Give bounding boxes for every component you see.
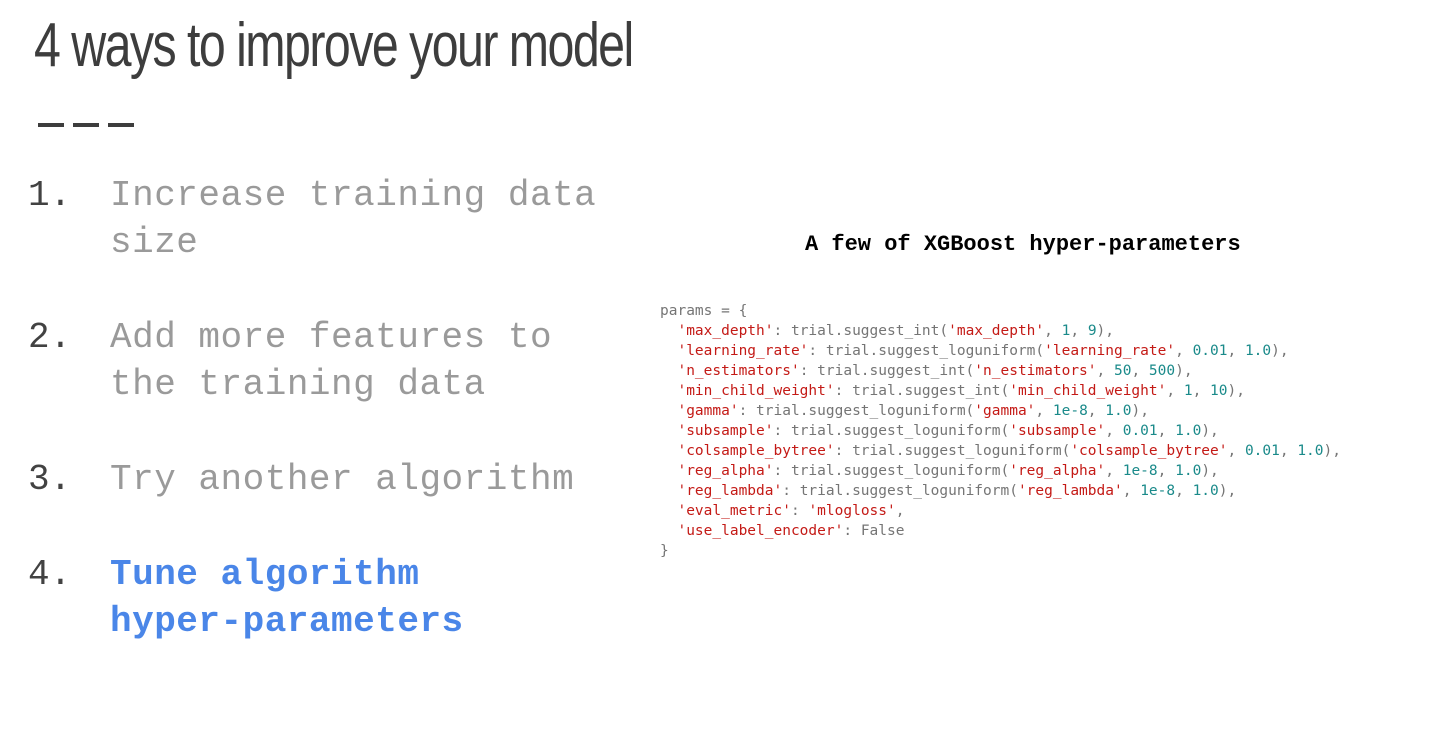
- param-name: 'colsample_bytree': [1070, 443, 1228, 459]
- param-call: trial.suggest_loguniform(: [825, 343, 1045, 359]
- list-item-line: Try another algorithm: [110, 459, 575, 500]
- param-arg: 9: [1087, 323, 1097, 339]
- param-key: 'reg_alpha': [677, 463, 774, 479]
- param-name: 'reg_lambda': [1017, 483, 1123, 499]
- param-call: trial.suggest_loguniform(: [790, 463, 1010, 479]
- param-key: 'min_child_weight': [677, 383, 835, 399]
- list-item-number: 2.: [28, 317, 72, 358]
- code-heading: A few of XGBoost hyper-parameters: [805, 232, 1241, 257]
- param-value: False: [860, 523, 905, 539]
- param-name: 'gamma': [974, 403, 1036, 419]
- list-item-line: hyper-parameters: [110, 601, 464, 642]
- list-item-text-highlighted: Tune algorithm hyper-parameters: [110, 551, 464, 645]
- param-arg: 1.0: [1105, 403, 1132, 419]
- param-arg: 1.0: [1175, 423, 1202, 439]
- param-name: 'learning_rate': [1044, 343, 1176, 359]
- param-name: 'n_estimators': [974, 363, 1097, 379]
- param-arg: 1: [1061, 323, 1071, 339]
- param-call: trial.suggest_loguniform(: [799, 483, 1018, 499]
- code-open-line: params = {: [660, 303, 748, 319]
- list-item-number: 3.: [28, 459, 72, 500]
- param-arg: 1: [1183, 383, 1193, 399]
- param-key: 'gamma': [677, 403, 739, 419]
- list-item-line: Add more features to: [110, 317, 553, 358]
- param-call: trial.suggest_int(: [817, 363, 975, 379]
- param-key: 'learning_rate': [677, 343, 809, 359]
- param-call: trial.suggest_loguniform(: [852, 443, 1071, 459]
- param-call: trial.suggest_loguniform(: [790, 423, 1010, 439]
- list-item-line: Increase training data: [110, 175, 597, 216]
- param-arg: 0.01: [1122, 423, 1158, 439]
- param-call: trial.suggest_loguniform(: [756, 403, 975, 419]
- title-divider: [38, 123, 134, 127]
- param-key: 'eval_metric': [677, 503, 791, 519]
- list-item-number: 1.: [28, 175, 72, 216]
- param-arg: 0.01: [1192, 343, 1228, 359]
- param-arg: 1.0: [1297, 443, 1324, 459]
- list-item-4: 4. Tune algorithm hyper-parameters: [28, 551, 648, 645]
- list-item-1: 1. Increase training data size: [28, 172, 648, 266]
- param-value: 'mlogloss': [808, 503, 896, 519]
- param-arg: 10: [1210, 383, 1228, 399]
- param-arg: 1e-8: [1052, 403, 1088, 419]
- param-arg: 0.01: [1244, 443, 1280, 459]
- param-arg: 50: [1113, 363, 1132, 379]
- param-name: 'subsample': [1009, 423, 1106, 439]
- param-arg: 1.0: [1244, 343, 1272, 359]
- list-item-text: Increase training data size: [110, 172, 596, 266]
- param-call: trial.suggest_int(: [852, 383, 1010, 399]
- param-key: 'reg_lambda': [677, 483, 783, 499]
- param-arg: 1.0: [1175, 463, 1202, 479]
- param-arg: 500: [1148, 363, 1176, 379]
- param-key: 'use_label_encoder': [677, 523, 844, 539]
- param-call: trial.suggest_int(: [790, 323, 949, 339]
- param-name: 'max_depth': [948, 323, 1045, 339]
- param-arg: 1e-8: [1122, 463, 1158, 479]
- param-name: 'min_child_weight': [1009, 383, 1167, 399]
- param-arg: 1.0: [1192, 483, 1219, 499]
- code-snippet: params = { 'max_depth': trial.suggest_in…: [660, 303, 1341, 559]
- list-item-3: 3. Try another algorithm: [28, 456, 648, 503]
- param-arg: 1e-8: [1140, 483, 1176, 499]
- param-key: 'subsample': [677, 423, 774, 439]
- param-name: 'reg_alpha': [1009, 463, 1106, 479]
- list-item-text: Add more features to the training data: [110, 314, 552, 408]
- param-key: 'max_depth': [677, 323, 774, 339]
- list-item-text: Try another algorithm: [110, 456, 574, 503]
- list-item-2: 2. Add more features to the training data: [28, 314, 648, 408]
- list-item-number: 4.: [28, 554, 72, 595]
- param-key: 'colsample_bytree': [677, 443, 835, 459]
- param-key: 'n_estimators': [677, 363, 800, 379]
- code-close-line: }: [660, 543, 669, 559]
- slide-title: 4 ways to improve your model: [34, 11, 634, 80]
- list-item-line: the training data: [110, 364, 486, 405]
- list-item-line: Tune algorithm: [110, 554, 420, 595]
- list-item-line: size: [110, 222, 199, 263]
